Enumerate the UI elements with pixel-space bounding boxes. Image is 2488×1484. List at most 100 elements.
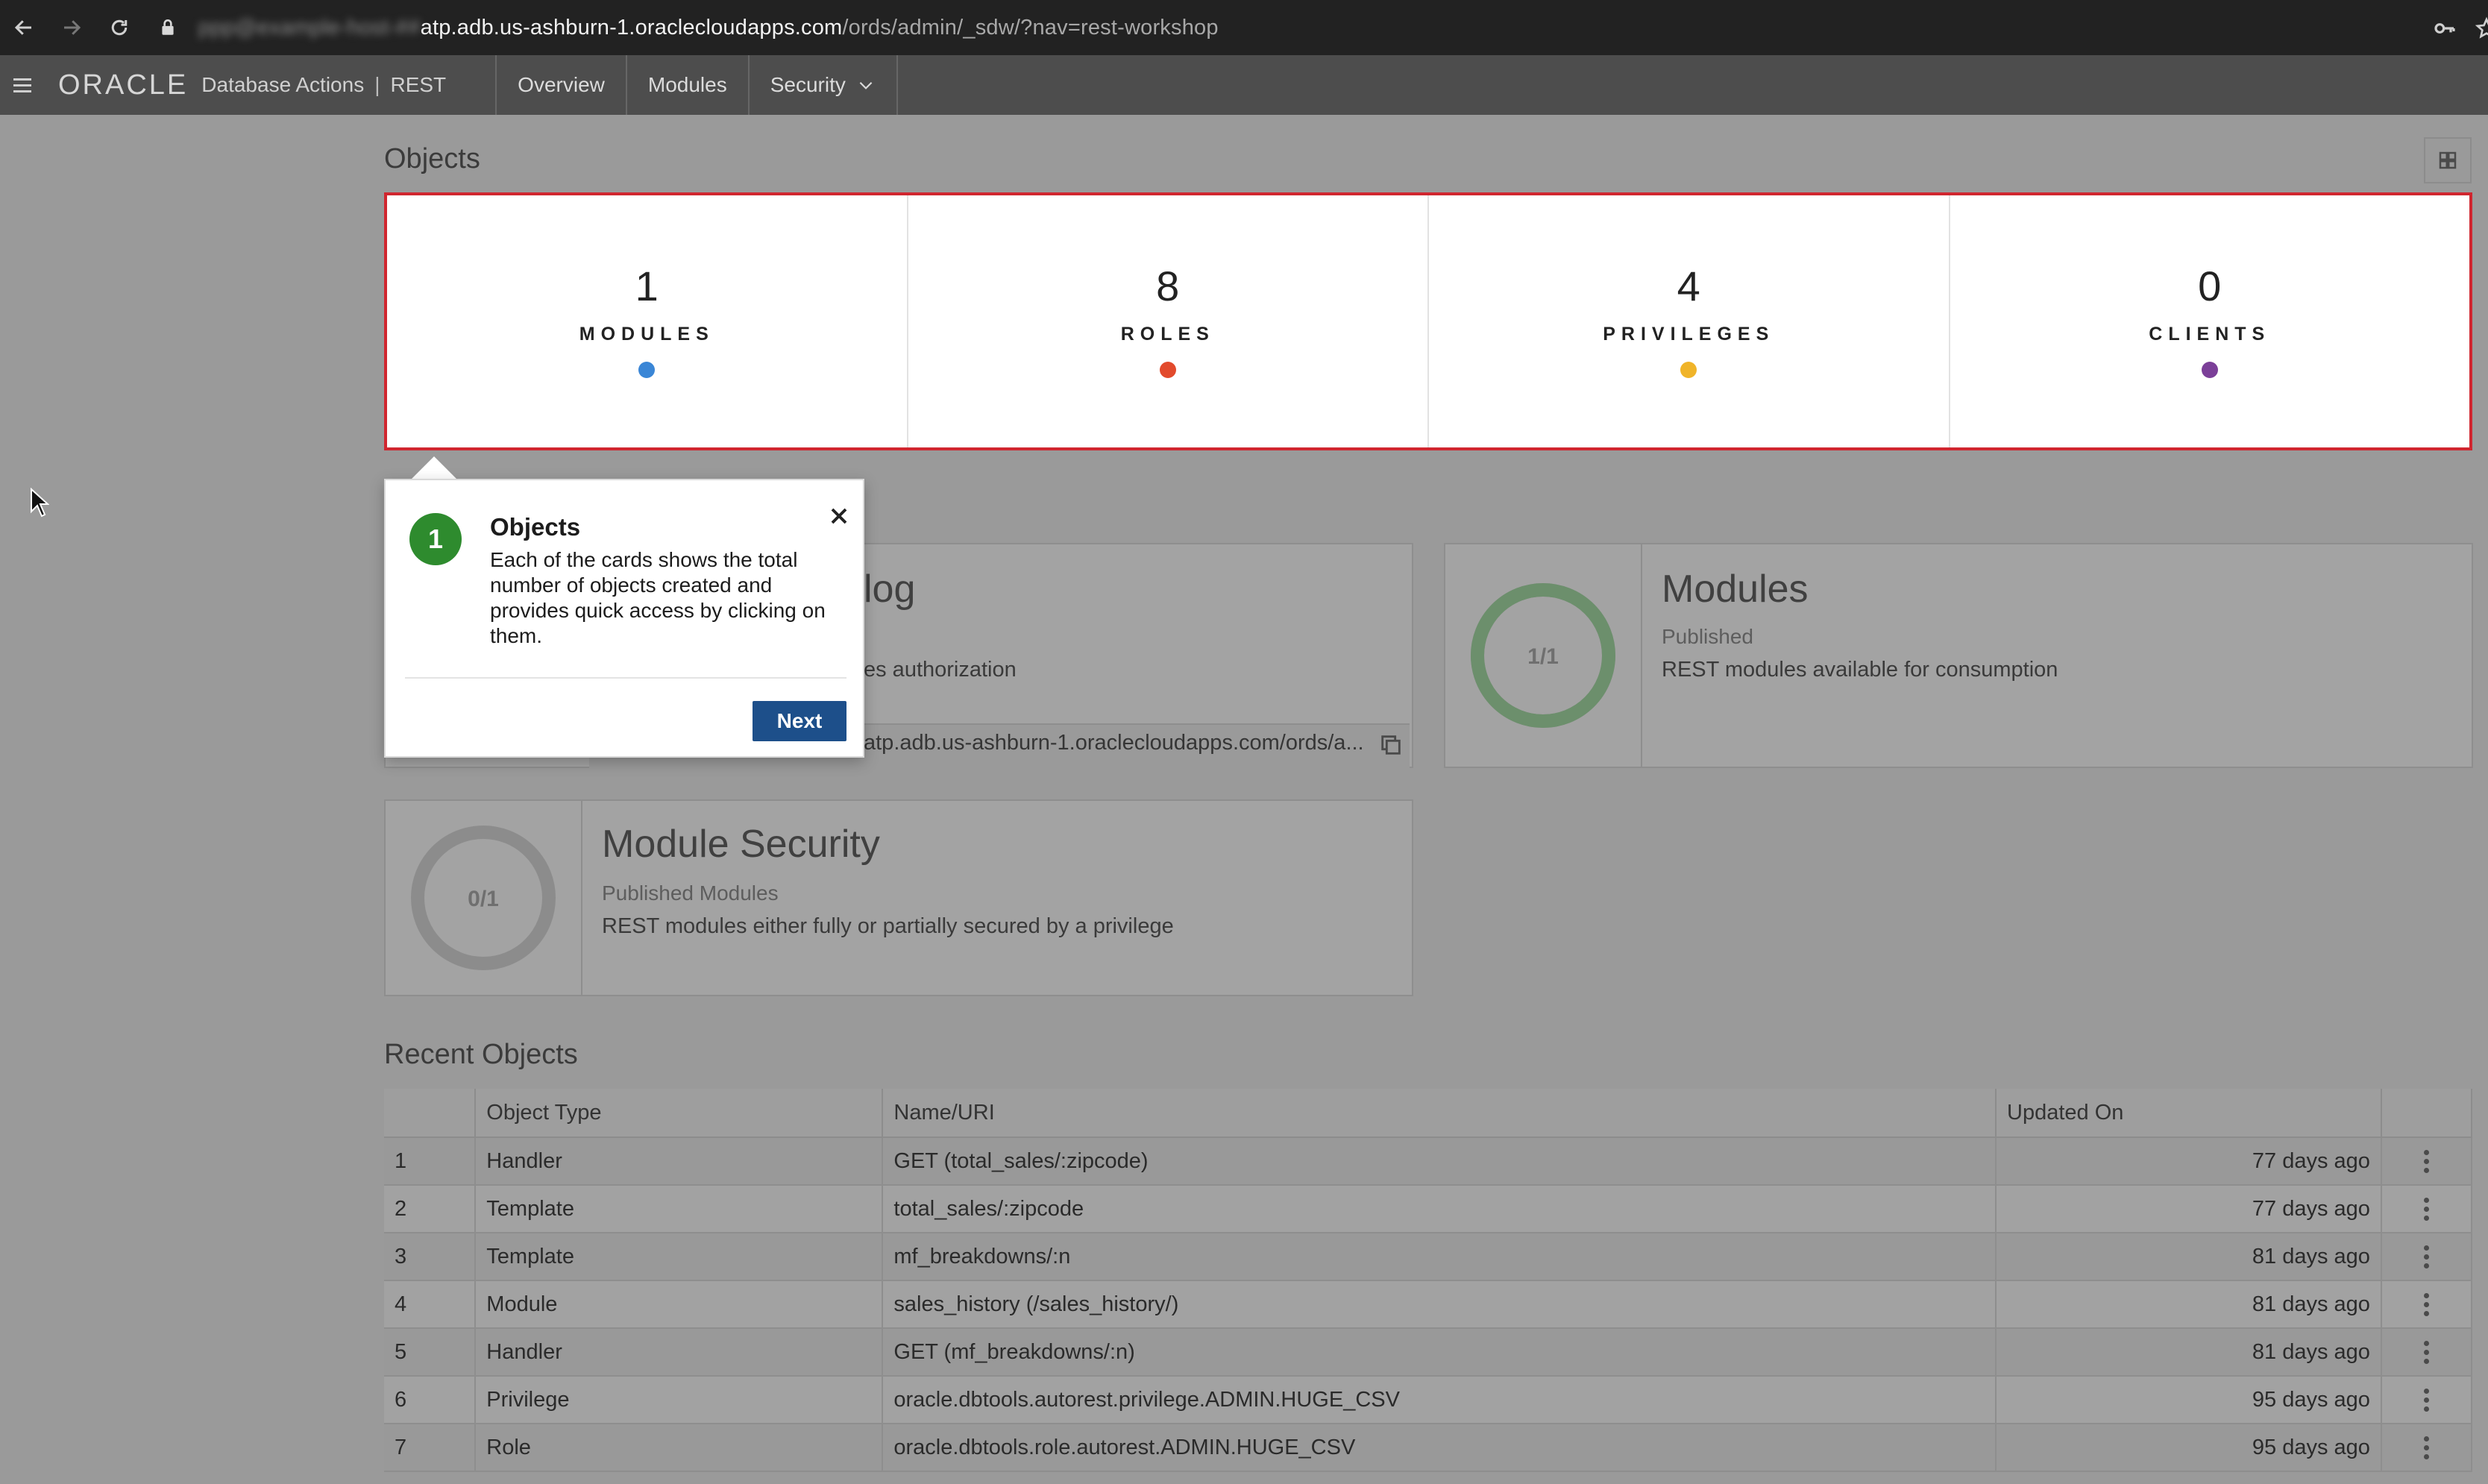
row-name-uri[interactable]: GET (mf_breakdowns/:n) bbox=[882, 1328, 1997, 1377]
lock-icon[interactable] bbox=[158, 16, 180, 39]
back-button[interactable] bbox=[0, 0, 48, 55]
header-separator: | bbox=[374, 73, 380, 96]
table-row[interactable]: 3 Template mf_breakdowns/:n 81 days ago bbox=[384, 1233, 2473, 1281]
catalog-desc-partial: es authorization bbox=[864, 658, 1017, 682]
kebab-menu-icon[interactable] bbox=[2393, 1292, 2460, 1316]
column-header-name-uri[interactable]: Name/URI bbox=[882, 1089, 1997, 1138]
section-name: REST bbox=[390, 73, 447, 96]
row-updated-on: 95 days ago bbox=[1996, 1424, 2382, 1472]
row-name-uri[interactable]: mf_breakdowns/:n bbox=[882, 1233, 1997, 1281]
row-name-uri[interactable]: oracle.dbtools.autorest.privilege.ADMIN.… bbox=[882, 1376, 1997, 1424]
menu-hamburger-icon[interactable] bbox=[0, 55, 45, 115]
popover-arrow bbox=[410, 456, 458, 480]
row-name-uri[interactable]: GET (total_sales/:zipcode) bbox=[882, 1137, 1997, 1186]
clients-card[interactable]: 0 CLIENTS bbox=[1950, 195, 2470, 447]
row-name-uri[interactable]: total_sales/:zipcode bbox=[882, 1185, 1997, 1233]
row-actions-menu[interactable] bbox=[2381, 1280, 2473, 1329]
card-count: 4 bbox=[1677, 262, 1700, 309]
row-updated-on: 95 days ago bbox=[1996, 1376, 2382, 1424]
forward-button[interactable] bbox=[48, 0, 95, 55]
app-header: ORACLE Database Actions | REST Overview … bbox=[0, 55, 2488, 115]
ring-label: 1/1 bbox=[1527, 644, 1559, 669]
row-index: 7 bbox=[384, 1424, 477, 1472]
row-object-type: Template bbox=[475, 1233, 884, 1281]
kebab-menu-icon[interactable] bbox=[2393, 1197, 2460, 1221]
tab-security[interactable]: Security bbox=[750, 55, 898, 115]
panel-description: REST modules either fully or partially s… bbox=[602, 914, 1174, 938]
url-host: atp.adb.us-ashburn-1.oraclecloudapps.com bbox=[420, 15, 843, 40]
row-actions-menu[interactable] bbox=[2381, 1424, 2473, 1472]
recent-objects-title: Recent Objects bbox=[384, 1039, 578, 1070]
close-icon[interactable] bbox=[826, 503, 852, 529]
module-security-panel[interactable]: 0/1 Module Security Published Modules RE… bbox=[384, 799, 1413, 996]
next-button[interactable]: Next bbox=[753, 701, 846, 741]
back-arrow-icon bbox=[14, 20, 31, 35]
url-blurred-part: ppp@example-host-## bbox=[198, 15, 421, 40]
row-name-uri[interactable]: oracle.dbtools.role.autorest.ADMIN.HUGE_… bbox=[882, 1424, 1997, 1472]
table-header-row: Object Type Name/URI Updated On bbox=[384, 1089, 2473, 1138]
kebab-menu-icon[interactable] bbox=[2393, 1436, 2460, 1459]
table-row[interactable]: 5 Handler GET (mf_breakdowns/:n) 81 days… bbox=[384, 1328, 2473, 1377]
privileges-card[interactable]: 4 PRIVILEGES bbox=[1429, 195, 1950, 447]
column-header-object-type[interactable]: Object Type bbox=[475, 1089, 884, 1138]
card-dot bbox=[2201, 361, 2218, 378]
step-badge: 1 bbox=[409, 513, 462, 565]
copy-icon[interactable] bbox=[1378, 732, 1404, 758]
roles-card[interactable]: 8 ROLES bbox=[908, 195, 1429, 447]
table-row[interactable]: 6 Privilege oracle.dbtools.autorest.priv… bbox=[384, 1376, 2473, 1424]
row-index: 2 bbox=[384, 1185, 477, 1233]
tab-label: Security bbox=[770, 73, 846, 96]
tab-overview[interactable]: Overview bbox=[497, 55, 627, 115]
row-object-type: Template bbox=[475, 1185, 884, 1233]
card-label: MODULES bbox=[579, 323, 714, 345]
row-updated-on: 81 days ago bbox=[1996, 1233, 2382, 1281]
table-row[interactable]: 4 Module sales_history (/sales_history/)… bbox=[384, 1280, 2473, 1329]
popover-title: Objects bbox=[490, 513, 581, 541]
card-dot bbox=[1680, 361, 1697, 378]
key-icon[interactable] bbox=[2433, 16, 2457, 40]
tab-modules[interactable]: Modules bbox=[627, 55, 750, 115]
catalog-url: atp.adb.us-ashburn-1.oraclecloudapps.com… bbox=[864, 731, 1364, 755]
panel-title: Modules bbox=[1662, 567, 1809, 611]
row-actions-menu[interactable] bbox=[2381, 1328, 2473, 1377]
row-name-uri[interactable]: sales_history (/sales_history/) bbox=[882, 1280, 1997, 1329]
row-index: 4 bbox=[384, 1280, 477, 1329]
row-updated-on: 77 days ago bbox=[1996, 1185, 2382, 1233]
kebab-menu-icon[interactable] bbox=[2393, 1340, 2460, 1364]
kebab-menu-icon[interactable] bbox=[2393, 1149, 2460, 1173]
row-object-type: Handler bbox=[475, 1328, 884, 1377]
card-count: 8 bbox=[1156, 262, 1180, 309]
layout-toggle-button[interactable] bbox=[2424, 137, 2472, 183]
modules-panel[interactable]: 1/1 Modules Published REST modules avail… bbox=[1444, 543, 2473, 768]
reload-button[interactable] bbox=[95, 0, 143, 55]
row-actions-menu[interactable] bbox=[2381, 1233, 2473, 1281]
row-updated-on: 77 days ago bbox=[1996, 1137, 2382, 1186]
panel-description: REST modules available for consumption bbox=[1662, 658, 2058, 682]
row-updated-on: 81 days ago bbox=[1996, 1280, 2382, 1329]
objects-title: Objects bbox=[384, 143, 480, 175]
modules-card[interactable]: 1 MODULES bbox=[387, 195, 908, 447]
table-row[interactable]: 2 Template total_sales/:zipcode 77 days … bbox=[384, 1185, 2473, 1233]
table-row[interactable]: 7 Role oracle.dbtools.role.autorest.ADMI… bbox=[384, 1424, 2473, 1472]
table-row[interactable]: 1 Handler GET (total_sales/:zipcode) 77 … bbox=[384, 1137, 2473, 1186]
row-object-type: Role bbox=[475, 1424, 884, 1472]
url-path: /ords/admin/_sdw/?nav=rest-workshop bbox=[842, 15, 1219, 40]
star-icon[interactable] bbox=[2473, 16, 2488, 40]
address-bar[interactable]: ppp@example-host-##atp.adb.us-ashburn-1.… bbox=[198, 16, 1219, 40]
panel-title: Module Security bbox=[602, 823, 880, 866]
column-header-updated-on[interactable]: Updated On bbox=[1996, 1089, 2382, 1138]
row-object-type: Privilege bbox=[475, 1376, 884, 1424]
modules-ring: 1/1 bbox=[1445, 544, 1642, 767]
card-count: 0 bbox=[2198, 262, 2222, 309]
grid-icon bbox=[2439, 151, 2457, 169]
row-actions-menu[interactable] bbox=[2381, 1376, 2473, 1424]
row-actions-menu[interactable] bbox=[2381, 1137, 2473, 1186]
catalog-title-partial: log bbox=[864, 567, 916, 611]
object-cards: 1 MODULES 8 ROLES 4 PRIVILEGES 0 CLIENTS bbox=[384, 192, 2472, 450]
row-actions-menu[interactable] bbox=[2381, 1185, 2473, 1233]
kebab-menu-icon[interactable] bbox=[2393, 1245, 2460, 1268]
tab-label: Overview bbox=[518, 73, 605, 96]
row-index: 6 bbox=[384, 1376, 477, 1424]
row-index: 3 bbox=[384, 1233, 477, 1281]
kebab-menu-icon[interactable] bbox=[2393, 1388, 2460, 1412]
